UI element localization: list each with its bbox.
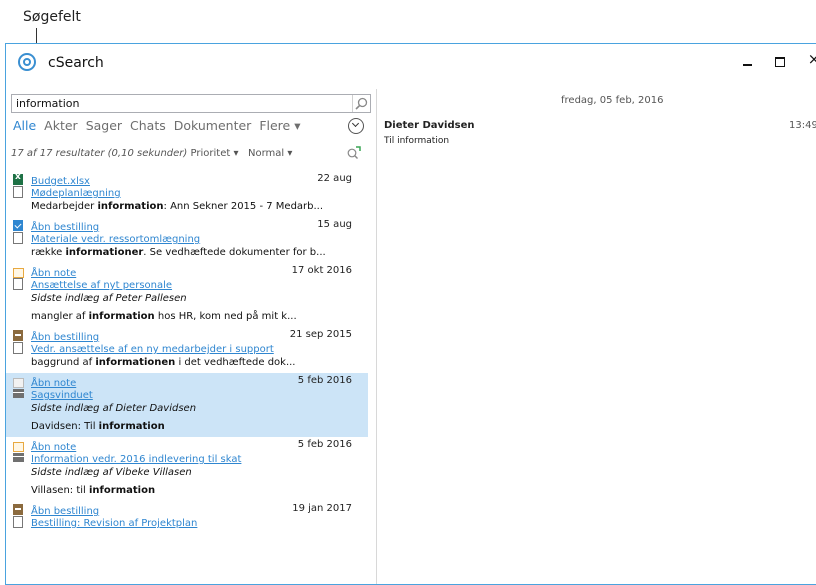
snippet-highlight: information	[97, 201, 164, 212]
snippet-text: hos HR, kom ned på mit k...	[154, 311, 297, 322]
document-icon	[13, 278, 23, 290]
document-icon	[13, 516, 23, 528]
document-icon	[13, 186, 23, 198]
search-icon	[355, 97, 368, 110]
title-bar: cSearch ×	[6, 44, 816, 82]
result-snippet: Medarbejder information: Ann Sekner 2015…	[31, 200, 368, 214]
snippet-text: række	[31, 247, 66, 258]
snippet-text: mangler af	[31, 311, 89, 322]
results-info: 17 af 17 resultater (0,10 sekunder) Prio…	[11, 148, 292, 159]
result-secondary-link[interactable]: Vedr. ansættelse af en ny medarbejder i …	[31, 344, 274, 355]
app-title: cSearch	[48, 55, 104, 71]
snippet-highlight: information	[98, 421, 165, 432]
result-secondary-link[interactable]: Sagsvinduet	[31, 390, 93, 401]
result-date: 22 aug	[317, 173, 352, 184]
tab-akter[interactable]: Akter	[44, 118, 78, 133]
result-date: 5 feb 2016	[297, 375, 352, 386]
result-item[interactable]: Åbn note 17 okt 2016 Ansættelse af nyt per…	[6, 263, 368, 327]
result-snippet: Davidsen: Til information	[31, 420, 368, 434]
preview-time: 13:49	[789, 120, 816, 131]
preview-sender: Dieter Davidsen	[384, 120, 475, 131]
result-item[interactable]: Åbn bestilling 21 sep 2015 Vedr. ansættels…	[6, 327, 368, 373]
document-icon	[13, 342, 23, 354]
result-secondary-link[interactable]: Information vedr. 2016 indlevering til s…	[31, 454, 241, 465]
preview-date: fredag, 05 feb, 2016	[561, 95, 664, 106]
result-item[interactable]: Åbn note 5 feb 2016 Information vedr. 2016…	[6, 437, 368, 501]
result-secondary-link[interactable]: Materiale vedr. ressortomlægning	[31, 234, 200, 245]
snippet-text: Medarbejder	[31, 201, 98, 212]
tab-dokumenter[interactable]: Dokumenter	[174, 118, 252, 133]
tab-chats[interactable]: Chats	[130, 118, 166, 133]
excel-icon	[13, 172, 23, 185]
case-icon	[13, 389, 24, 398]
folder-icon	[13, 442, 24, 452]
tab-sager[interactable]: Sager	[86, 118, 122, 133]
order-icon	[13, 330, 23, 341]
result-snippet: række informationer. Se vedhæftede dokum…	[31, 246, 368, 260]
result-snippet: mangler af information hos HR, kom ned p…	[31, 310, 368, 324]
snippet-highlight: informationer	[65, 247, 144, 258]
result-item[interactable]: Åbn bestilling 15 aug Materiale vedr. ress…	[6, 217, 368, 263]
preview-pane: fredag, 05 feb, 2016 Dieter Davidsen 13:…	[377, 89, 816, 584]
result-secondary-link[interactable]: Ansættelse af nyt personale	[31, 280, 172, 291]
search-input[interactable]	[12, 95, 351, 112]
result-date: 17 okt 2016	[291, 265, 352, 276]
result-date: 21 sep 2015	[289, 329, 352, 340]
result-last-post: Sidste indlæg af Vibeke Villasen	[31, 467, 192, 478]
result-date: 5 feb 2016	[297, 439, 352, 450]
result-date: 15 aug	[317, 219, 352, 230]
folder-icon	[13, 268, 24, 278]
snippet-text: Davidsen: Til	[31, 421, 99, 432]
order-icon	[13, 504, 23, 515]
expand-filters-button[interactable]	[348, 118, 364, 134]
results-list: Budget.xlsx22 augMødeplanlægningMedarbej…	[6, 171, 368, 529]
tab-flere[interactable]: Flere ▾	[259, 118, 300, 133]
snippet-text: : Ann Sekner 2015 - 7 Medarb...	[163, 201, 324, 212]
result-item[interactable]: Åbn bestilling 19 jan 2017 Bestilling: Rev…	[6, 501, 368, 529]
snippet-text: Villasen: til	[31, 485, 89, 496]
result-item[interactable]: Budget.xlsx22 augMødeplanlægningMedarbej…	[6, 171, 368, 217]
results-count: 17 af 17 resultater (0,10 sekunder)	[11, 148, 188, 159]
case-icon	[13, 453, 24, 462]
snippet-text: baggrund af	[31, 357, 96, 368]
snippet-text: . Se vedhæftede dokumenter for b...	[143, 247, 326, 258]
refresh-search-icon[interactable]	[346, 144, 362, 163]
csearch-logo-icon	[18, 53, 36, 71]
snippet-highlight: information	[89, 485, 156, 496]
result-snippet: baggrund af informationen i det vedhæfte…	[31, 356, 368, 370]
result-date: 19 jan 2017	[292, 503, 352, 514]
result-secondary-link[interactable]: Mødeplanlægning	[31, 188, 121, 199]
result-last-post: Sidste indlæg af Peter Pallesen	[31, 293, 187, 304]
result-last-post: Sidste indlæg af Dieter Davidsen	[31, 403, 197, 414]
app-window: cSearch × Alle Akter Sager Chats Dokumen…	[5, 43, 816, 585]
search-box	[11, 94, 371, 113]
minimize-button[interactable]	[738, 52, 758, 70]
preview-subject: Til information	[384, 136, 450, 146]
result-snippet: Villasen: til information	[31, 484, 368, 498]
snippet-highlight: information	[88, 311, 155, 322]
close-button[interactable]: ×	[804, 50, 816, 68]
tab-alle[interactable]: Alle	[13, 118, 36, 133]
sort-prioritet-dropdown[interactable]: Prioritet ▾	[191, 148, 239, 159]
document-icon	[13, 232, 23, 244]
result-secondary-link[interactable]: Bestilling: Revision af Projektplan	[31, 518, 197, 529]
results-pane: Alle Akter Sager Chats Dokumenter Flere …	[6, 89, 376, 584]
search-button[interactable]	[352, 95, 370, 112]
maximize-button[interactable]	[770, 52, 790, 70]
snippet-text: i det vedhæftede dok...	[175, 357, 296, 368]
filter-tabs: Alle Akter Sager Chats Dokumenter Flere …	[13, 118, 304, 133]
callout-label: Søgefelt	[23, 9, 81, 25]
checklist-icon	[13, 220, 23, 231]
folder-icon	[13, 378, 24, 388]
snippet-highlight: informationen	[95, 357, 176, 368]
sort-normal-dropdown[interactable]: Normal ▾	[248, 148, 292, 159]
result-item[interactable]: Åbn note 5 feb 2016 Sagsvinduet Sidste indl…	[6, 373, 368, 437]
